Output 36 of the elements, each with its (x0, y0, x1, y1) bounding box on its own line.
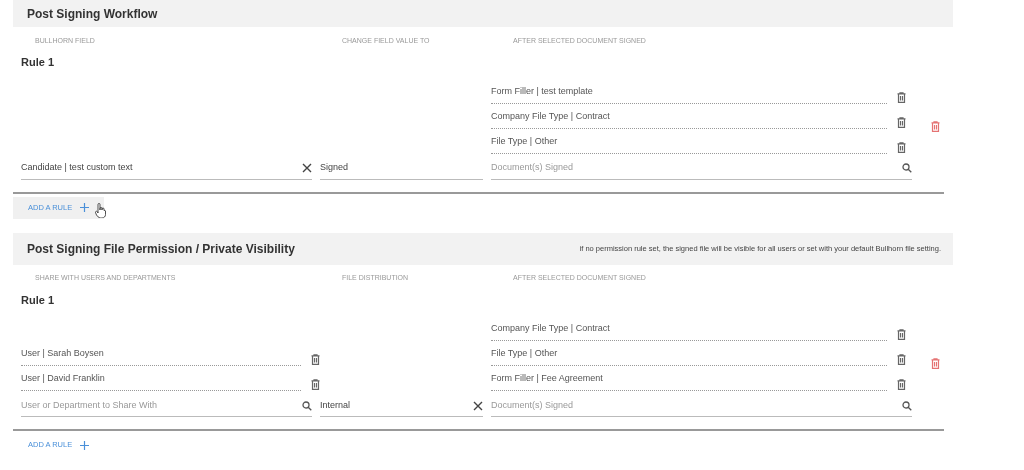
selected-item: User | Sarah Boysen (21, 344, 301, 366)
trash-icon[interactable] (311, 354, 320, 365)
selected-item: Company File Type | Contract (491, 106, 887, 129)
close-icon[interactable] (302, 163, 312, 173)
search-icon[interactable] (302, 400, 312, 411)
section-title: Post Signing File Permission / Private Visibility (27, 240, 295, 258)
rule-title: Rule 1 (21, 292, 54, 308)
trash-icon[interactable] (311, 379, 320, 390)
selected-item: Company File Type | Contract (491, 319, 887, 341)
selected-item: User | David Franklin (21, 369, 301, 391)
trash-icon[interactable] (897, 329, 906, 340)
plus-icon (80, 203, 90, 212)
input-field[interactable]: User or Department to Share With (21, 395, 312, 417)
delete-rule-icon[interactable] (931, 358, 940, 369)
delete-rule-icon[interactable] (931, 120, 940, 132)
trash-icon[interactable] (897, 379, 906, 390)
trash-icon[interactable] (897, 354, 906, 365)
trash-icon[interactable] (897, 116, 906, 128)
close-icon[interactable] (473, 400, 483, 411)
input-field[interactable]: Document(s) Signed (491, 395, 912, 417)
trash-icon[interactable] (897, 141, 906, 153)
selected-item: Form Filler | Fee Agreement (491, 369, 887, 391)
selected-item: File Type | Other (491, 344, 887, 366)
selected-item: Form Filler | test template (491, 81, 887, 104)
input-field[interactable]: Internal (320, 395, 483, 417)
input-field[interactable]: Signed (320, 157, 483, 180)
input-field[interactable]: Document(s) Signed (491, 157, 912, 180)
plus-icon (80, 440, 90, 450)
input-field[interactable]: Candidate | test custom text (21, 157, 312, 180)
trash-icon[interactable] (897, 91, 906, 103)
section-title: Post Signing Workflow (27, 5, 158, 23)
rule-title: Rule 1 (21, 55, 54, 70)
pointer-cursor-icon (95, 202, 106, 218)
search-icon[interactable] (902, 400, 912, 411)
search-icon[interactable] (902, 163, 912, 173)
selected-item: File Type | Other (491, 131, 887, 154)
